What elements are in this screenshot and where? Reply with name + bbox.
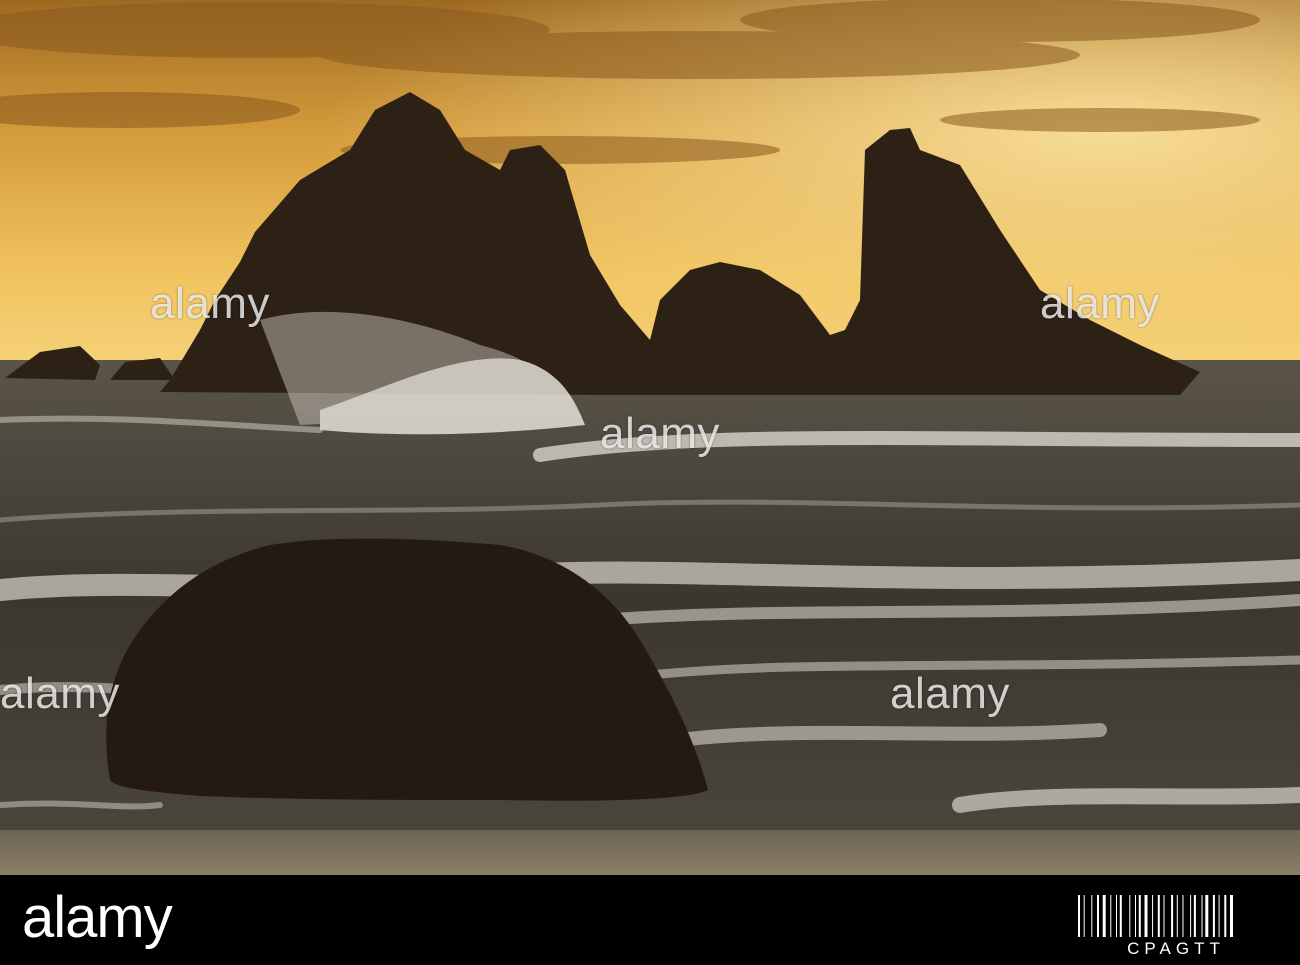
footer-strip: alamy CPAGTT bbox=[0, 875, 1300, 965]
wet-sand bbox=[0, 830, 1300, 875]
barcode-icon bbox=[1076, 895, 1276, 937]
alamy-logo: alamy bbox=[22, 885, 173, 950]
seascape-photo: alamy alamy alamy alamy alamy bbox=[0, 0, 1300, 875]
page: alamy alamy alamy alamy alamy alamy CPAG… bbox=[0, 0, 1300, 965]
image-id: CPAGTT bbox=[1127, 939, 1225, 958]
